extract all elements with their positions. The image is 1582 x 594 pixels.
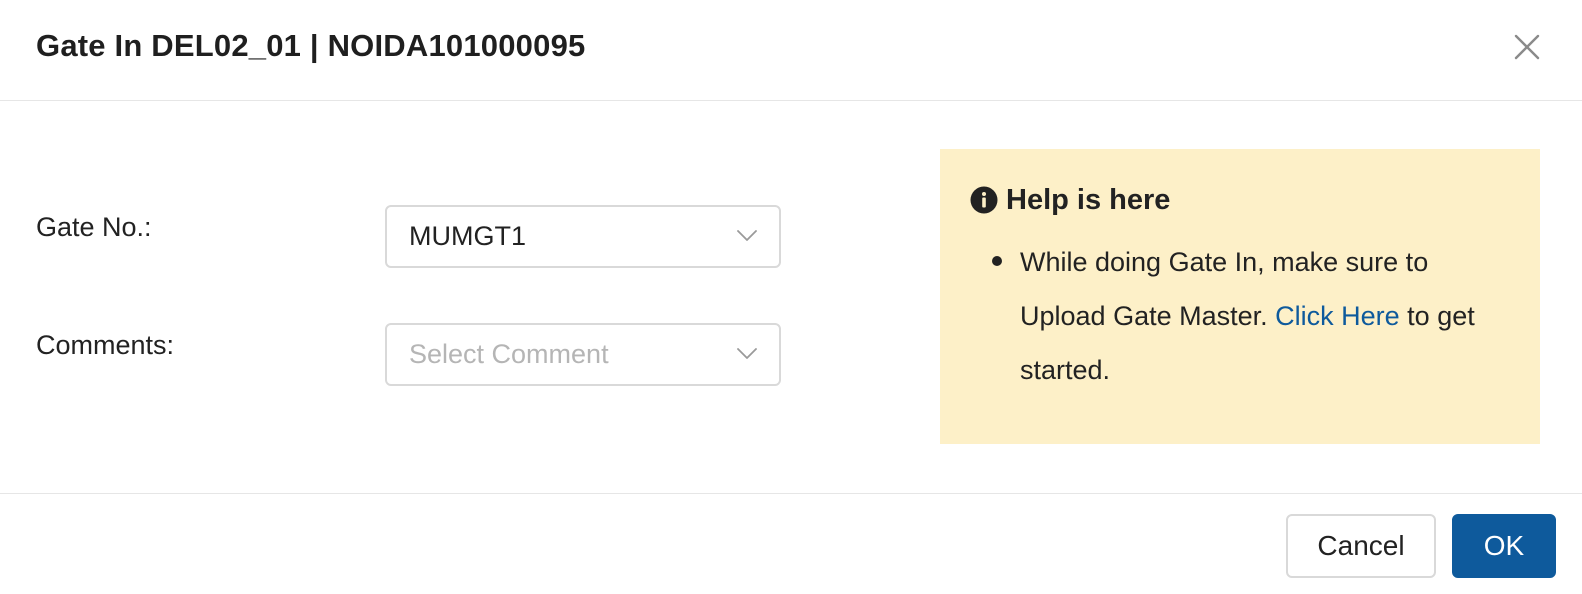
ok-button[interactable]: OK (1452, 514, 1556, 578)
close-icon (1512, 32, 1542, 62)
dialog-body: Gate No.: MUMGT1 Comments: Select Commen… (0, 101, 1582, 493)
gate-in-dialog: Gate In DEL02_01 | NOIDA101000095 Gate N… (0, 0, 1582, 594)
chevron-down-icon (737, 229, 757, 243)
help-list: While doing Gate In, make sure to Upload… (992, 235, 1500, 397)
info-icon (970, 186, 998, 214)
dialog-header: Gate In DEL02_01 | NOIDA101000095 (0, 0, 1582, 101)
click-here-link[interactable]: Click Here (1275, 301, 1400, 331)
gate-no-value: MUMGT1 (409, 221, 526, 251)
chevron-down-icon (737, 347, 757, 361)
help-panel: Help is here While doing Gate In, make s… (940, 149, 1540, 444)
dialog-title: Gate In DEL02_01 | NOIDA101000095 (36, 28, 586, 63)
comments-select[interactable]: Select Comment (385, 323, 781, 386)
comments-placeholder: Select Comment (409, 339, 609, 369)
help-title: Help is here (1006, 183, 1171, 216)
help-heading: Help is here (970, 183, 1170, 217)
bullet-icon (992, 256, 1002, 266)
comments-label: Comments: (36, 330, 175, 360)
gate-no-select[interactable]: MUMGT1 (385, 205, 781, 268)
close-button[interactable] (1512, 32, 1542, 62)
gate-no-label: Gate No.: (36, 212, 152, 242)
cancel-button[interactable]: Cancel (1286, 514, 1436, 578)
help-list-item: While doing Gate In, make sure to Upload… (1020, 235, 1500, 397)
dialog-footer: Cancel OK (0, 493, 1582, 594)
